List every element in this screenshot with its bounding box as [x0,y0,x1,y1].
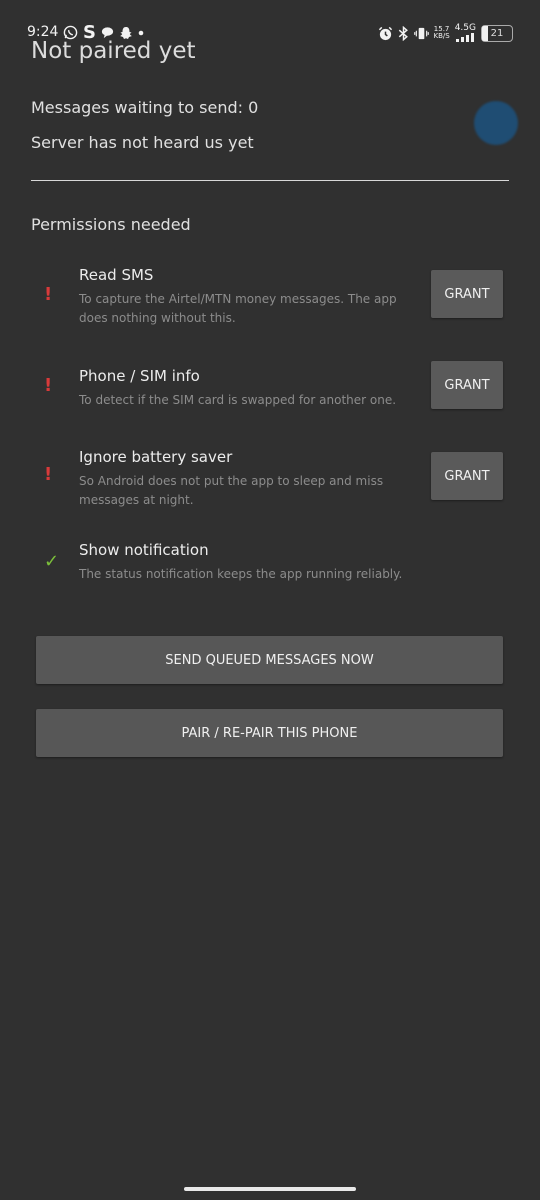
check-icon: ✓ [44,551,60,572]
permission-title: Ignore battery saver [79,448,233,466]
grant-battery-button[interactable]: GRANT [431,452,503,500]
permission-title: Read SMS [79,266,154,284]
bluetooth-icon [398,25,408,41]
dot-icon [138,30,144,35]
permission-title: Show notification [79,541,209,559]
permission-description: To detect if the SIM card is swapped for… [79,393,397,407]
warning-icon: ! [44,375,53,396]
page-title: Not paired yet [31,38,196,64]
alarm-icon [378,26,392,40]
battery-indicator: 21 [481,24,513,42]
grant-sms-button[interactable]: GRANT [431,270,503,318]
warning-icon: ! [44,464,53,485]
signal-bars-icon [456,33,474,42]
permission-description: To capture the Airtel/MTN money messages… [79,292,397,325]
server-status-text: Server has not heard us yet [31,133,254,152]
grant-phone-button[interactable]: GRANT [431,361,503,409]
vibrate-icon [413,27,429,39]
home-indicator[interactable] [184,1187,356,1191]
permission-description: So Android does not put the app to sleep… [79,474,384,507]
permissions-header: Permissions needed [31,215,191,234]
signal-indicator: 4.5G [455,24,476,42]
queue-status-text: Messages waiting to send: 0 [31,98,259,117]
permission-description: The status notification keeps the app ru… [79,567,403,581]
system-icons: 15.7 KB/S 4.5G 21 [378,24,513,42]
send-queued-button[interactable]: SEND QUEUED MESSAGES NOW [36,636,503,684]
permission-title: Phone / SIM info [79,367,200,385]
connection-status-indicator [474,101,518,145]
network-speed: 15.7 KB/S [433,25,450,40]
pair-phone-button[interactable]: PAIR / RE-PAIR THIS PHONE [36,709,503,757]
divider [31,180,509,181]
warning-icon: ! [44,284,53,305]
